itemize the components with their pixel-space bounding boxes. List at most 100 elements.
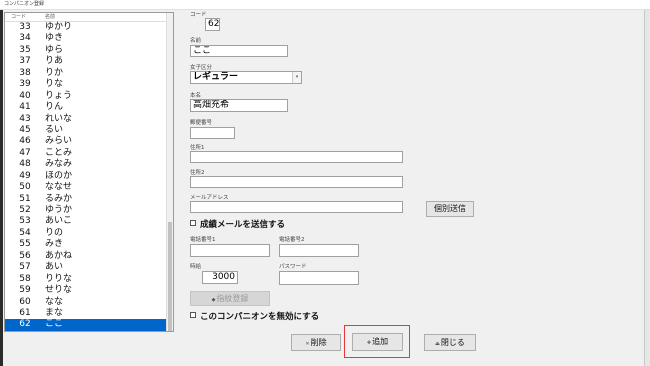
list-item[interactable]: 43 れいな <box>5 114 168 125</box>
fingerprint-register-button[interactable]: ◆指紋登録 <box>190 291 270 306</box>
list-item[interactable]: 56 あかね <box>5 251 168 262</box>
phone2-field[interactable] <box>279 244 359 257</box>
list-item[interactable]: 34 ゆき <box>5 33 168 44</box>
companion-registration-window: コンパニオン登録 コード 名前 33 ゆかり 34 ゆき 35 ゆら 37 りあ 38 りか 39 り… <box>0 0 650 366</box>
name-field[interactable]: ここ <box>190 45 288 57</box>
list-item[interactable]: 51 るみか <box>5 194 168 205</box>
list-item-code: 60 <box>19 296 31 307</box>
send-score-mail-checkbox[interactable]: 成績メールを送信する <box>190 220 285 230</box>
disable-companion-checkbox[interactable]: このコンパニオンを無効にする <box>190 312 319 322</box>
password-field[interactable] <box>279 271 359 285</box>
list-item[interactable]: 50 ななせ <box>5 182 168 193</box>
checkbox-icon[interactable] <box>190 312 196 318</box>
send-individual-button[interactable]: 個別送信 <box>426 201 474 217</box>
list-item-code: 39 <box>19 79 31 90</box>
list-item-name: あかね <box>45 250 73 261</box>
list-item[interactable]: 59 せりな <box>5 285 168 296</box>
delete-button[interactable]: ✕削除 <box>291 334 341 351</box>
address1-field[interactable] <box>190 151 403 163</box>
list-item-code: 37 <box>19 56 31 67</box>
list-item-name: ゆうか <box>45 205 73 215</box>
highlight-box <box>344 325 410 358</box>
list-item-code: 47 <box>19 147 31 158</box>
list-item[interactable]: 45 るい <box>5 125 168 136</box>
list-item-code: 49 <box>19 170 31 181</box>
list-item-code: 51 <box>19 193 31 204</box>
list-item[interactable]: 47 ことみ <box>5 148 168 159</box>
zip-label: 郵便番号 <box>190 120 213 126</box>
list-item[interactable]: 33 ゆかり <box>5 22 168 33</box>
list-item-name: りの <box>45 227 64 238</box>
category-value: レギュラー <box>193 72 239 82</box>
list-item-name: るい <box>45 124 64 135</box>
list-item[interactable]: 49 ほのか <box>5 171 168 182</box>
list-item-name: ゆき <box>45 33 64 44</box>
list-item-name: あい <box>45 262 64 273</box>
list-item-name: れいな <box>45 113 73 124</box>
list-item-code: 46 <box>19 136 31 147</box>
list-item-code: 43 <box>19 113 31 124</box>
salary-field[interactable]: 3000 <box>202 271 238 284</box>
send-score-mail-label: 成績メールを送信する <box>200 220 286 230</box>
address2-field[interactable] <box>190 176 403 188</box>
list-item[interactable]: 35 ゆら <box>5 45 168 56</box>
close-button[interactable]: ⏏閉じる <box>424 334 476 351</box>
email-field[interactable] <box>190 201 403 213</box>
disable-companion-label: このコンパニオンを無効にする <box>200 312 320 322</box>
list-item[interactable]: 39 りな <box>5 79 168 90</box>
name-label: 名前 <box>190 38 202 44</box>
list-scroll-thumb[interactable] <box>168 222 172 331</box>
list-item[interactable]: 46 みらい <box>5 136 168 147</box>
list-item-code: 61 <box>19 307 31 318</box>
list-item-code: 35 <box>19 44 31 55</box>
companion-list[interactable]: コード 名前 33 ゆかり 34 ゆき 35 ゆら 37 りあ 38 りか 39 りな 40 りょう 41 り… <box>4 12 174 332</box>
list-item-code: 41 <box>19 102 31 113</box>
send-individual-label: 個別送信 <box>434 204 466 213</box>
close-icon: ⏏ <box>435 341 440 347</box>
list-item[interactable]: 60 なな <box>5 297 168 308</box>
list-item-name: ゆかり <box>45 22 73 32</box>
list-item-code: 62 <box>19 319 31 330</box>
realname-field[interactable]: 高畑充希 <box>190 99 288 112</box>
list-item[interactable]: 37 りあ <box>5 56 168 67</box>
list-item-code: 55 <box>19 239 31 250</box>
list-item[interactable]: 54 りの <box>5 228 168 239</box>
list-item-code: 40 <box>19 90 31 101</box>
delete-icon: ✕ <box>305 341 310 347</box>
list-item-code: 52 <box>19 205 31 215</box>
list-item-name: りん <box>45 102 64 113</box>
list-item-name: あいこ <box>45 216 73 227</box>
zip-field[interactable] <box>190 127 235 139</box>
list-item[interactable]: 41 りん <box>5 102 168 113</box>
list-item-name: りな <box>45 79 64 90</box>
list-item[interactable]: 52 ゆうか <box>5 205 168 216</box>
list-item-code: 45 <box>19 124 31 135</box>
list-item-name: みなみ <box>45 159 73 170</box>
chevron-down-icon[interactable]: ▾ <box>292 72 301 83</box>
right-edge <box>644 10 650 366</box>
list-item[interactable]: 38 りか <box>5 68 168 79</box>
title-bar: コンパニオン登録 <box>0 0 650 10</box>
list-item-code: 50 <box>19 182 31 193</box>
code-field[interactable]: 62 <box>205 18 220 31</box>
list-item[interactable]: 55 みき <box>5 239 168 250</box>
delete-label: 削除 <box>310 338 327 347</box>
list-item[interactable]: 40 りょう <box>5 91 168 102</box>
list-item[interactable]: 53 あいこ <box>5 216 168 227</box>
list-item[interactable]: 57 あい <box>5 262 168 273</box>
list-item-name: せりな <box>45 285 73 296</box>
phone1-field[interactable] <box>190 244 270 257</box>
list-item-name: みらい <box>45 136 73 147</box>
list-item-code: 38 <box>19 67 31 78</box>
list-item-name: ななせ <box>45 182 73 193</box>
checkbox-icon[interactable] <box>190 220 196 226</box>
list-item[interactable]: 58 りりな <box>5 274 168 285</box>
close-label: 閉じる <box>440 338 465 347</box>
list-item-name: りょう <box>45 90 73 101</box>
list-item[interactable]: 48 みなみ <box>5 159 168 170</box>
list-scrollbar[interactable] <box>166 13 173 331</box>
category-select[interactable]: レギュラー ▾ <box>190 71 302 84</box>
list-item[interactable]: 62 ここ <box>5 319 168 331</box>
list-item[interactable]: 61 まな <box>5 308 168 319</box>
list-item-name: まな <box>45 307 64 318</box>
